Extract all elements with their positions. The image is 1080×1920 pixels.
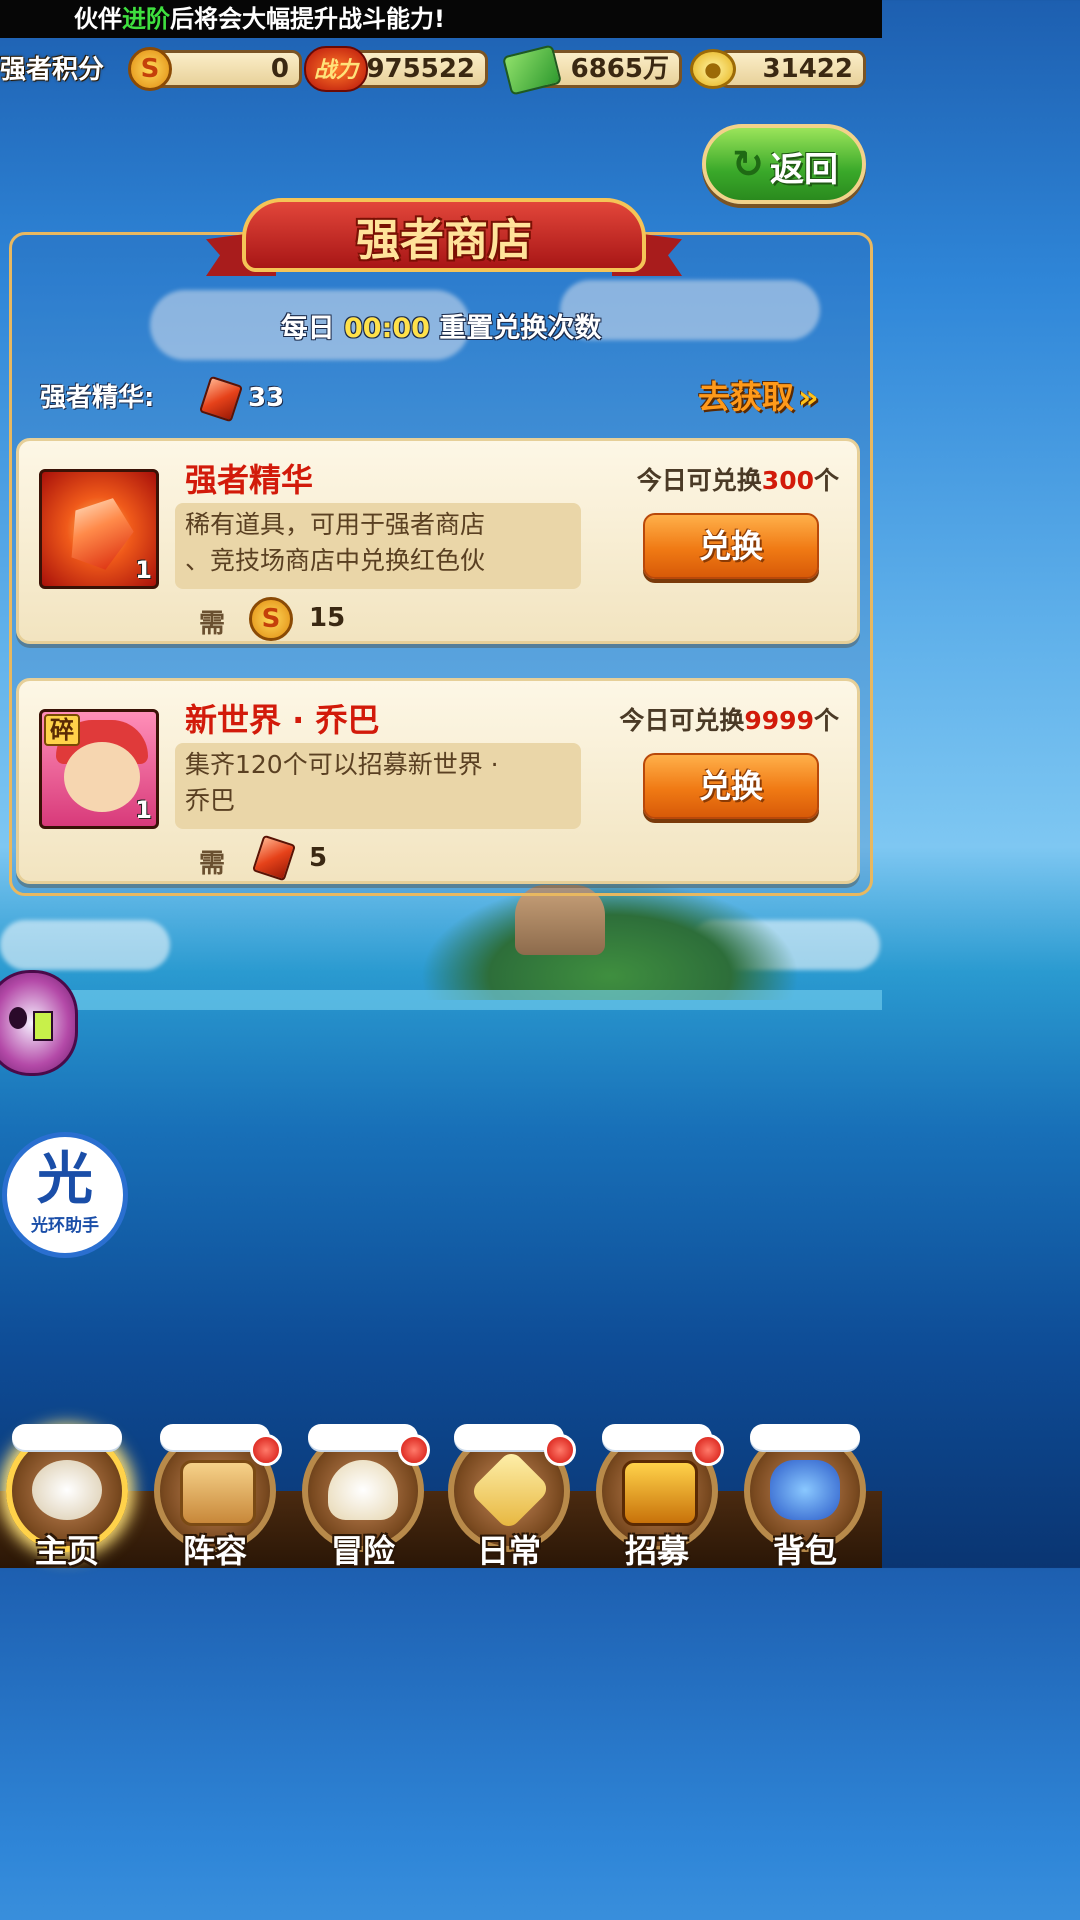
mascot-bar: [33, 1011, 53, 1041]
gold-ingot-icon: ●: [690, 49, 736, 89]
halo-logo: 光: [37, 1147, 93, 1212]
double-chevron-right-icon: »: [798, 378, 819, 416]
nav-label: 背包: [772, 1532, 837, 1570]
nav-home[interactable]: 主页: [2, 1424, 132, 1570]
nav-label: 日常: [476, 1532, 541, 1570]
back-button[interactable]: ↻ 返回: [702, 124, 866, 204]
item-quantity: 1: [135, 556, 152, 584]
top-banner: 伙伴进阶后将会大幅提升战斗能力!: [0, 0, 882, 38]
halo-label: 光环助手: [31, 1216, 99, 1236]
nav-daily[interactable]: 日常: [444, 1424, 576, 1570]
strong-points-label: 强者积分: [0, 55, 105, 85]
background-island: [420, 880, 800, 1000]
banner-message: 伙伴进阶后将会大幅提升战斗能力!: [74, 5, 445, 33]
mascot-eye: [9, 1007, 27, 1029]
bottom-nav: 主页 阵容 冒险 日常 招募 背包: [0, 1408, 882, 1570]
cost-value: 5: [309, 843, 328, 873]
strong-points-coin-icon: S: [249, 597, 293, 641]
horizon-line: [0, 990, 882, 1010]
essence-label: 强者精华:: [40, 383, 155, 413]
daily-limit: 今日可兑换300个: [636, 466, 839, 495]
nav-label: 冒险: [330, 1532, 395, 1570]
shard-badge: 碎: [44, 714, 80, 746]
item-description: 集齐120个可以招募新世界 · 乔巴: [175, 743, 581, 829]
cost-value: 15: [309, 603, 346, 633]
nav-label: 招募: [624, 1532, 689, 1570]
go-get-link[interactable]: 去获取»: [698, 372, 819, 418]
item-quantity: 1: [135, 796, 152, 824]
cost-label: 需: [199, 609, 226, 639]
backpack-icon: [770, 1460, 840, 1520]
return-arrow-icon: ↻: [732, 142, 764, 186]
cost-label: 需: [199, 849, 226, 879]
nav-adventure[interactable]: 冒险: [298, 1424, 430, 1570]
exchange-button[interactable]: 兑换: [643, 513, 819, 579]
notification-dot: [250, 1434, 282, 1466]
item-name: 强者精华: [185, 461, 314, 499]
daily-limit: 今日可兑换9999个: [619, 706, 839, 735]
shop-item-card: 碎 1 新世界 · 乔巴 集齐120个可以招募新世界 · 乔巴 需 5 今日可兑…: [16, 678, 860, 884]
recruit-bar-icon: [622, 1460, 698, 1526]
nav-snow-cap: [750, 1424, 860, 1450]
strong-points-coin-icon: S: [128, 47, 172, 91]
gold-value: 31422: [718, 50, 866, 88]
nav-lineup[interactable]: 阵容: [150, 1424, 282, 1570]
exchange-button[interactable]: 兑换: [643, 753, 819, 819]
shop-title: 强者商店: [356, 215, 532, 266]
chopper-face-icon: [64, 742, 140, 812]
back-button-label: 返回: [770, 150, 838, 190]
essence-gem-icon: [251, 834, 297, 882]
halo-assistant-button[interactable]: 光 光环助手: [2, 1132, 128, 1258]
notification-dot: [544, 1434, 576, 1466]
nav-recruit[interactable]: 招募: [592, 1424, 724, 1570]
essence-count: 33: [248, 383, 285, 413]
item-description: 稀有道具，可用于强者商店 、竞技场商店中兑换红色伙: [175, 503, 581, 589]
nav-label: 阵容: [182, 1532, 247, 1570]
lineup-icon: [180, 1460, 256, 1526]
floating-mascot-button[interactable]: [0, 970, 78, 1076]
item-thumbnail[interactable]: 碎 1: [39, 709, 159, 829]
nav-label: 主页: [34, 1532, 99, 1570]
background-cloud: [0, 920, 170, 970]
essence-balance: 强者精华: 33: [40, 375, 284, 423]
home-icon: [32, 1460, 102, 1520]
power-flame-icon: 战力: [304, 46, 368, 92]
notification-dot: [398, 1434, 430, 1466]
notification-dot: [692, 1434, 724, 1466]
shop-title-ribbon: 强者商店: [206, 192, 682, 288]
reset-info: 每日 00:00 重置兑换次数: [280, 313, 602, 344]
item-name: 新世界 · 乔巴: [185, 701, 380, 739]
shop-item-card: 1 强者精华 稀有道具，可用于强者商店 、竞技场商店中兑换红色伙 需 S 15 …: [16, 438, 860, 644]
nav-backpack[interactable]: 背包: [740, 1424, 870, 1570]
nav-snow-cap: [12, 1424, 122, 1450]
item-thumbnail[interactable]: 1: [39, 469, 159, 589]
red-crystal-icon: [60, 488, 142, 575]
